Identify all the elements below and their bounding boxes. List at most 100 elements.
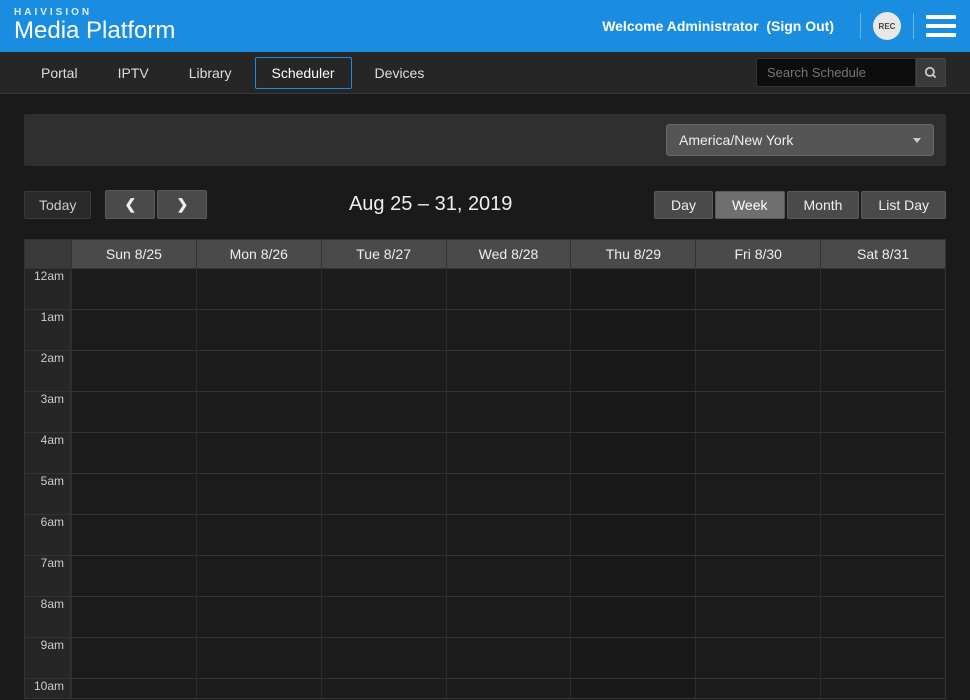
calendar-cell[interactable]: [570, 310, 695, 350]
calendar-cell[interactable]: [695, 556, 820, 596]
calendar-cell[interactable]: [196, 556, 321, 596]
calendar-cell[interactable]: [196, 515, 321, 555]
calendar-cell[interactable]: [695, 310, 820, 350]
calendar-cell[interactable]: [321, 515, 446, 555]
nav-tab-scheduler[interactable]: Scheduler: [255, 57, 352, 89]
view-button-list-day[interactable]: List Day: [861, 191, 946, 219]
calendar-cell[interactable]: [196, 597, 321, 637]
calendar-cell[interactable]: [820, 392, 945, 432]
calendar-cell[interactable]: [446, 433, 571, 473]
calendar-cell[interactable]: [71, 556, 196, 596]
calendar-cell[interactable]: [695, 597, 820, 637]
calendar-cell[interactable]: [71, 392, 196, 432]
calendar-body[interactable]: 12am1am2am3am4am5am6am7am8am9am10am: [25, 268, 945, 698]
calendar-cell[interactable]: [71, 638, 196, 678]
calendar-cell[interactable]: [446, 597, 571, 637]
calendar-cell[interactable]: [695, 679, 820, 698]
calendar-cell[interactable]: [71, 474, 196, 514]
calendar-cell[interactable]: [570, 269, 695, 309]
calendar-cell[interactable]: [820, 679, 945, 698]
calendar-cell[interactable]: [446, 556, 571, 596]
calendar-cell[interactable]: [570, 351, 695, 391]
calendar-cell[interactable]: [446, 351, 571, 391]
nav-tab-portal[interactable]: Portal: [24, 57, 95, 89]
calendar-cell[interactable]: [820, 474, 945, 514]
calendar-cell[interactable]: [321, 392, 446, 432]
nav-bar: PortalIPTVLibrarySchedulerDevices: [0, 52, 970, 94]
calendar-cell[interactable]: [321, 474, 446, 514]
calendar-cell[interactable]: [820, 433, 945, 473]
calendar-cell[interactable]: [196, 351, 321, 391]
calendar-cell[interactable]: [321, 351, 446, 391]
menu-icon[interactable]: [926, 15, 956, 37]
next-button[interactable]: ❯: [157, 190, 207, 219]
calendar-cell[interactable]: [196, 474, 321, 514]
rec-badge[interactable]: REC: [873, 12, 901, 40]
calendar-cell[interactable]: [321, 433, 446, 473]
calendar-cell[interactable]: [695, 515, 820, 555]
calendar-cell[interactable]: [820, 597, 945, 637]
calendar-cell[interactable]: [446, 474, 571, 514]
calendar-cell[interactable]: [446, 392, 571, 432]
calendar-cell[interactable]: [446, 638, 571, 678]
calendar-cell[interactable]: [71, 515, 196, 555]
calendar-cell[interactable]: [570, 515, 695, 555]
view-button-day[interactable]: Day: [654, 191, 713, 219]
prev-button[interactable]: ❮: [105, 190, 155, 219]
calendar-cell[interactable]: [321, 679, 446, 698]
calendar-cell[interactable]: [196, 269, 321, 309]
calendar-cell[interactable]: [446, 310, 571, 350]
search-button[interactable]: [916, 58, 946, 87]
time-label: 12am: [25, 269, 71, 309]
calendar-cell[interactable]: [196, 433, 321, 473]
calendar-cell[interactable]: [71, 310, 196, 350]
calendar-cell[interactable]: [71, 269, 196, 309]
calendar-cell[interactable]: [321, 269, 446, 309]
calendar-cell[interactable]: [820, 515, 945, 555]
calendar-cell[interactable]: [71, 351, 196, 391]
calendar-cell[interactable]: [321, 310, 446, 350]
calendar-cell[interactable]: [570, 679, 695, 698]
calendar-cell[interactable]: [695, 392, 820, 432]
calendar-cell[interactable]: [570, 392, 695, 432]
calendar-cell[interactable]: [695, 269, 820, 309]
calendar-cell[interactable]: [695, 474, 820, 514]
day-header: Mon 8/26: [196, 240, 321, 268]
calendar-cell[interactable]: [446, 515, 571, 555]
calendar-cell[interactable]: [71, 597, 196, 637]
calendar-cell[interactable]: [321, 556, 446, 596]
calendar-cell[interactable]: [570, 556, 695, 596]
timezone-select[interactable]: America/New York: [666, 124, 934, 156]
nav-tab-devices[interactable]: Devices: [358, 57, 442, 89]
calendar-cell[interactable]: [695, 433, 820, 473]
calendar-cell[interactable]: [71, 679, 196, 698]
nav-tabs: PortalIPTVLibrarySchedulerDevices: [24, 57, 756, 89]
calendar-cell[interactable]: [570, 638, 695, 678]
calendar-cell[interactable]: [820, 638, 945, 678]
calendar-cell[interactable]: [446, 679, 571, 698]
sign-out-link[interactable]: (Sign Out): [766, 18, 834, 34]
calendar-cell[interactable]: [695, 638, 820, 678]
calendar-cell[interactable]: [570, 433, 695, 473]
calendar-cell[interactable]: [820, 556, 945, 596]
view-button-week[interactable]: Week: [715, 191, 785, 219]
view-button-month[interactable]: Month: [787, 191, 860, 219]
calendar-cell[interactable]: [570, 597, 695, 637]
calendar-cell[interactable]: [820, 351, 945, 391]
calendar-cell[interactable]: [820, 310, 945, 350]
search-input[interactable]: [756, 58, 916, 87]
today-button[interactable]: Today: [24, 191, 91, 219]
nav-tab-iptv[interactable]: IPTV: [101, 57, 166, 89]
calendar-cell[interactable]: [570, 474, 695, 514]
calendar-cell[interactable]: [196, 392, 321, 432]
calendar-cell[interactable]: [446, 269, 571, 309]
calendar-cell[interactable]: [71, 433, 196, 473]
calendar-cell[interactable]: [321, 638, 446, 678]
calendar-cell[interactable]: [196, 679, 321, 698]
calendar-cell[interactable]: [695, 351, 820, 391]
nav-tab-library[interactable]: Library: [172, 57, 249, 89]
calendar-cell[interactable]: [196, 310, 321, 350]
calendar-cell[interactable]: [820, 269, 945, 309]
calendar-cell[interactable]: [321, 597, 446, 637]
calendar-cell[interactable]: [196, 638, 321, 678]
